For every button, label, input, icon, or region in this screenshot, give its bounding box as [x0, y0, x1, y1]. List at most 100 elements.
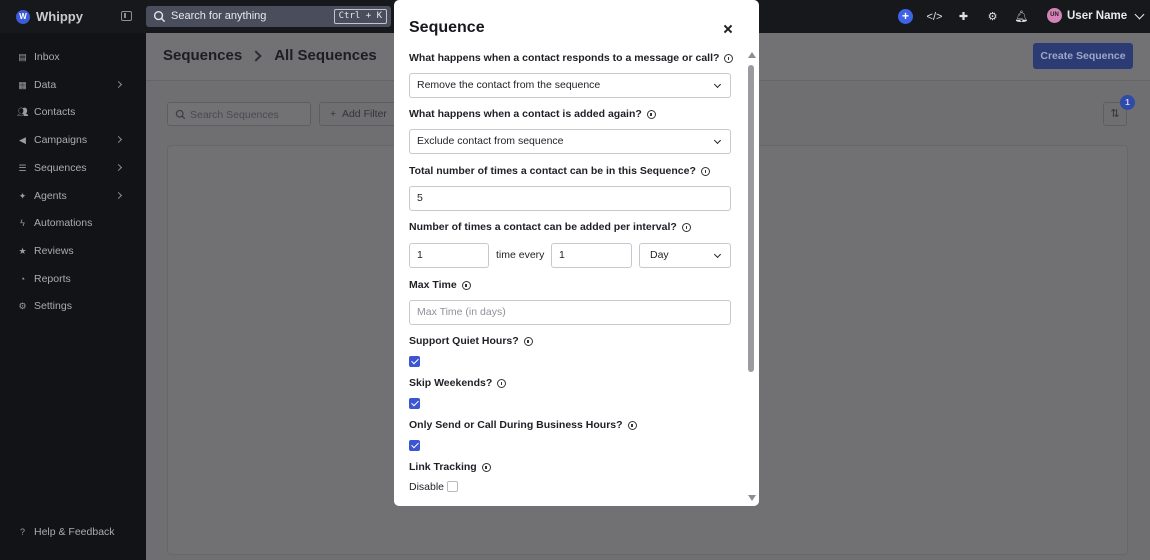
- search-placeholder: Search Sequences: [190, 109, 279, 121]
- gear-icon: ⚙: [18, 300, 27, 311]
- avatar: UN: [1047, 8, 1062, 23]
- agent-icon: ✦: [18, 190, 27, 201]
- link-tracking-label: Link Tracking: [409, 461, 491, 473]
- sidebar-item-inbox[interactable]: ▤ Inbox: [17, 49, 129, 65]
- bolt-icon: ϟ: [20, 218, 25, 228]
- info-icon[interactable]: [461, 280, 471, 290]
- sidebar-item-label: Sequences: [34, 162, 87, 174]
- responds-select[interactable]: Remove the contact from the sequence: [409, 73, 731, 98]
- app-name: Whippy: [36, 9, 83, 24]
- global-search[interactable]: Search for anything Ctrl + K: [146, 6, 391, 27]
- business-hours-checkbox[interactable]: [409, 440, 420, 451]
- app-logo[interactable]: W Whippy: [16, 9, 83, 24]
- link-tracking-label-text: Link Tracking: [409, 461, 477, 473]
- responds-label-text: What happens when a contact responds to …: [409, 52, 720, 64]
- skip-weekends-checkbox[interactable]: [409, 398, 420, 409]
- quiet-hours-checkbox[interactable]: [409, 356, 420, 367]
- gear-icon[interactable]: ⚙: [985, 9, 1000, 24]
- interval-count-input[interactable]: 1: [409, 243, 489, 268]
- sidebar-item-sequences[interactable]: ☰ Sequences: [17, 160, 129, 176]
- sidebar-item-campaigns[interactable]: ◀ Campaigns: [17, 132, 129, 148]
- sidebar-item-label: Data: [34, 79, 57, 91]
- info-icon[interactable]: [523, 336, 533, 346]
- sidebar-item-label: Agents: [34, 190, 67, 202]
- star-icon: ★: [18, 245, 27, 256]
- info-icon[interactable]: [646, 109, 656, 119]
- help-icon: ?: [19, 527, 25, 537]
- sidebar-item-data[interactable]: ▦ Data: [17, 77, 129, 93]
- added-again-label-text: What happens when a contact is added aga…: [409, 108, 642, 120]
- page-title: All Sequences: [274, 47, 377, 64]
- sidebar-item-reviews[interactable]: ★ Reviews: [17, 243, 129, 259]
- interval-length-input[interactable]: 1: [551, 243, 632, 268]
- business-hours-label: Only Send or Call During Business Hours?: [409, 419, 637, 431]
- info-icon[interactable]: [481, 462, 491, 472]
- responds-select-value: Remove the contact from the sequence: [417, 79, 601, 91]
- puzzle-icon[interactable]: ✚: [956, 9, 971, 24]
- search-icon: [175, 109, 186, 120]
- info-icon[interactable]: [681, 222, 691, 232]
- info-icon[interactable]: [700, 166, 710, 176]
- max-time-label: Max Time: [409, 279, 471, 291]
- modal-scrollbar[interactable]: [747, 52, 756, 504]
- breadcrumb-parent[interactable]: Sequences: [163, 47, 242, 64]
- breadcrumb: Sequences All Sequences: [163, 47, 377, 64]
- bell-icon[interactable]: 🔔︎: [1014, 9, 1029, 24]
- modal-title: Sequence: [409, 19, 485, 36]
- disable-label: Disable: [409, 481, 445, 493]
- business-hours-label-text: Only Send or Call During Business Hours?: [409, 419, 623, 431]
- interval-unit-value: Day: [650, 249, 669, 261]
- total-times-label: Total number of times a contact can be i…: [409, 165, 710, 177]
- chevron-down-icon: [1134, 9, 1145, 19]
- interval-unit-select[interactable]: Day: [639, 243, 731, 268]
- code-icon[interactable]: </>: [927, 9, 943, 24]
- info-icon[interactable]: [497, 378, 507, 388]
- sort-count-badge: 1: [1120, 95, 1135, 110]
- total-times-input[interactable]: 5: [409, 186, 731, 211]
- whippy-logo-icon: W: [16, 9, 30, 24]
- database-icon: ▦: [18, 79, 27, 90]
- quiet-hours-label-text: Support Quiet Hours?: [409, 335, 519, 347]
- add-filter-button[interactable]: + Add Filter: [319, 102, 399, 126]
- max-time-input[interactable]: Max Time (in days): [409, 300, 731, 325]
- scroll-thumb[interactable]: [748, 65, 754, 372]
- search-icon: [153, 10, 166, 23]
- inbox-icon: ▤: [18, 51, 27, 62]
- sidebar-item-automations[interactable]: ϟ Automations: [17, 215, 129, 231]
- added-again-select-value: Exclude contact from sequence: [417, 135, 564, 147]
- total-times-label-text: Total number of times a contact can be i…: [409, 165, 696, 177]
- add-filter-label: Add Filter: [341, 108, 387, 120]
- close-icon[interactable]: [721, 22, 735, 36]
- per-interval-label: Number of times a contact can be added p…: [409, 221, 691, 233]
- info-icon[interactable]: [724, 53, 734, 63]
- create-sequence-button[interactable]: Create Sequence: [1033, 43, 1133, 69]
- help-label: Help & Feedback: [34, 526, 115, 538]
- sidebar-item-settings[interactable]: ⚙ Settings: [17, 298, 129, 314]
- scroll-up-arrow-icon[interactable]: [748, 52, 756, 58]
- sequence-search-input[interactable]: Search Sequences: [167, 102, 311, 126]
- max-time-label-text: Max Time: [409, 279, 457, 291]
- info-icon[interactable]: [627, 420, 637, 430]
- sidebar-item-agents[interactable]: ✦ Agents: [17, 188, 129, 204]
- search-placeholder: Search for anything: [171, 10, 267, 22]
- sidebar-item-contacts[interactable]: 👥︎ Contacts: [17, 104, 129, 120]
- chevron-right-icon: [114, 135, 123, 144]
- chevron-down-icon: [713, 80, 722, 89]
- plus-icon: +: [330, 108, 342, 120]
- quiet-hours-label: Support Quiet Hours?: [409, 335, 533, 347]
- sidebar-item-reports[interactable]: ◔ Reports: [17, 271, 129, 287]
- skip-weekends-label-text: Skip Weekends?: [409, 377, 493, 389]
- plus-icon[interactable]: +: [898, 9, 913, 24]
- sidebar: ▤ Inbox ▦ Data 👥︎ Contacts ◀ Campaigns ☰…: [0, 33, 146, 560]
- chevron-down-icon: [713, 136, 722, 145]
- disable-link-tracking-checkbox[interactable]: [447, 481, 458, 492]
- chevron-down-icon: [713, 250, 722, 259]
- responds-label: What happens when a contact responds to …: [409, 52, 734, 64]
- user-menu[interactable]: UN User Name: [1047, 8, 1145, 23]
- added-again-select[interactable]: Exclude contact from sequence: [409, 129, 731, 154]
- sidebar-toggle-icon[interactable]: [121, 11, 132, 21]
- scroll-down-arrow-icon[interactable]: [748, 495, 756, 501]
- sidebar-item-label: Reports: [34, 273, 71, 285]
- chart-icon: ◔: [19, 274, 26, 284]
- help-feedback-link[interactable]: ? Help & Feedback: [17, 524, 129, 540]
